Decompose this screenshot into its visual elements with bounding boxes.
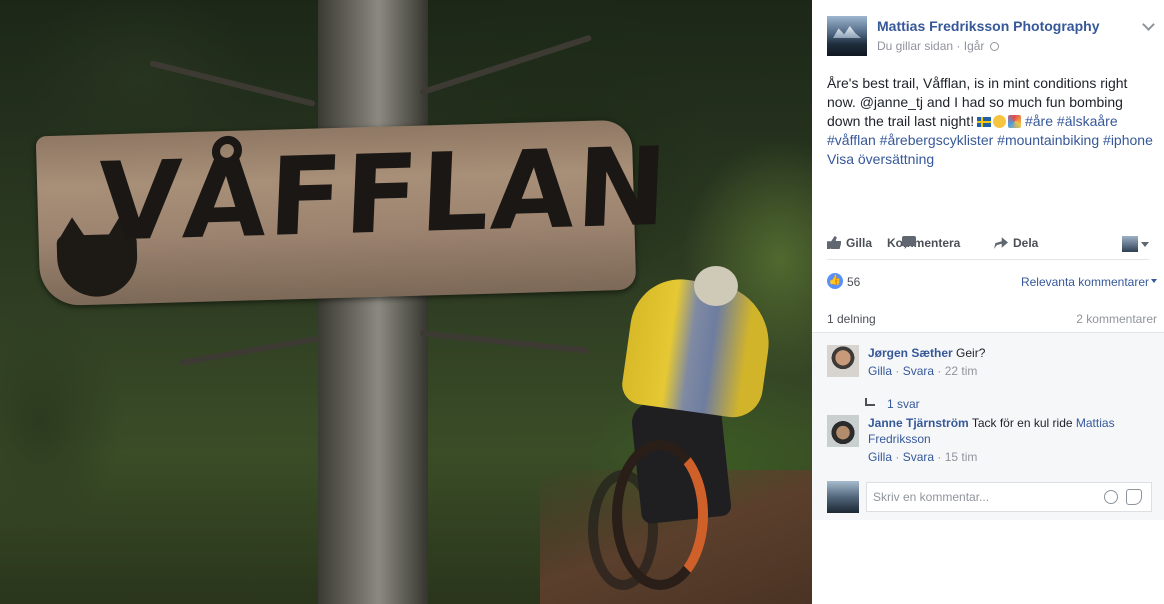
commenter-avatar[interactable]	[827, 415, 859, 447]
viewer-avatar	[827, 481, 859, 513]
comment-like-link[interactable]: Gilla	[868, 364, 892, 378]
post-header: Mattias Fredriksson Photography Du gilla…	[827, 16, 1157, 56]
post-timestamp[interactable]: Igår	[964, 39, 985, 53]
comment-composer	[827, 481, 1152, 513]
comment-body: Janne Tjärnström Tack för en kul ride Ma…	[868, 415, 1148, 465]
comment-sort-dropdown[interactable]: Relevanta kommentarer	[1021, 275, 1157, 289]
comment-button[interactable]: Kommentera	[887, 236, 960, 250]
commenter-avatar[interactable]	[827, 345, 859, 377]
comments-count-link[interactable]: 2 kommentarer	[1076, 312, 1157, 326]
page-avatar[interactable]	[827, 16, 867, 56]
post-side-panel: Mattias Fredriksson Photography Du gilla…	[812, 0, 1164, 604]
hashtag-link[interactable]: #åre	[1025, 113, 1053, 129]
photo-rider-helmet	[694, 266, 738, 306]
liked-status: Du gillar sidan	[877, 39, 954, 53]
hashtag-link[interactable]: #våfflan	[827, 132, 876, 148]
viewer-avatar	[1122, 236, 1138, 252]
shares-count-link[interactable]: 1 delning	[827, 312, 876, 326]
like-button[interactable]: Gilla	[827, 236, 872, 250]
hashtag-link[interactable]: #älskaåre	[1057, 113, 1118, 129]
like-button-label: Gilla	[846, 236, 873, 250]
photo-branch	[419, 330, 590, 354]
comment-like-link[interactable]: Gilla	[868, 450, 892, 464]
comment-time[interactable]: 22 tim	[945, 364, 978, 378]
comment-reply-link[interactable]: Svara	[903, 450, 934, 464]
hashtag-link[interactable]: #mountainbiking	[997, 132, 1099, 148]
thumbs-up-icon	[827, 236, 841, 249]
chevron-down-icon	[1141, 241, 1149, 247]
comment-button-label: Kommentera	[887, 236, 961, 250]
comment-body: Jørgen Sæther Geir? Gilla · Svara · 22 t…	[868, 345, 1148, 379]
comments-section: Jørgen Sæther Geir? Gilla · Svara · 22 t…	[812, 332, 1164, 520]
page-name-link[interactable]: Mattias Fredriksson Photography	[877, 18, 1099, 34]
view-replies-label: 1 svar	[887, 397, 920, 411]
chevron-down-icon	[1151, 279, 1157, 283]
see-translation-link[interactable]: Visa översättning	[827, 150, 1157, 169]
emoji-icon[interactable]	[1104, 490, 1118, 504]
photo-bike-front-wheel	[612, 440, 708, 590]
share-button[interactable]: Dela	[994, 236, 1038, 250]
post-as-selector[interactable]	[1122, 236, 1149, 252]
share-button-label: Dela	[1013, 236, 1039, 250]
hashtag-link[interactable]: #årebergscyklister	[880, 132, 994, 148]
sticker-icon[interactable]	[1126, 489, 1142, 505]
photo-branch	[179, 335, 319, 366]
hashtag-link[interactable]: #iphone	[1103, 132, 1153, 148]
comment-reply-link[interactable]: Svara	[903, 364, 934, 378]
post-stats-row: 1 delning 2 kommentarer	[827, 312, 1157, 328]
like-reaction-icon[interactable]: 👍	[827, 273, 843, 289]
view-replies-link[interactable]: 1 svar	[865, 397, 920, 411]
comment-author-link[interactable]: Jørgen Sæther	[868, 346, 953, 360]
photo-tree-trunk	[318, 0, 428, 604]
reaction-count[interactable]: 56	[847, 275, 860, 289]
comment-text: Geir?	[956, 346, 986, 360]
globe-icon[interactable]	[989, 42, 999, 51]
swedish-flag-icon	[977, 117, 992, 127]
comment-time[interactable]: 15 tim	[945, 450, 978, 464]
party-popper-icon	[1008, 115, 1022, 128]
comment-sort-label: Relevanta kommentarer	[1020, 275, 1149, 289]
photo-wooden-sign: VÅFFLAN	[35, 119, 672, 307]
post-text: Åre's best trail, Våfflan, is in mint co…	[827, 74, 1157, 169]
post-photo[interactable]: VÅFFLAN	[0, 0, 812, 604]
post-options-chevron-icon[interactable]	[1142, 18, 1155, 31]
share-arrow-icon	[994, 237, 1008, 249]
photo-branch	[149, 60, 316, 108]
comment-author-link[interactable]: Janne Tjärnström	[868, 416, 969, 430]
comment-text: Tack för en kul ride	[971, 416, 1073, 430]
raised-hands-icon	[993, 115, 1007, 128]
meta-separator: ·	[956, 39, 961, 53]
comment-meta: Gilla · Svara · 22 tim	[868, 364, 978, 378]
post-meta: Du gillar sidan · Igår	[877, 39, 999, 53]
reply-arrow-icon	[865, 398, 875, 406]
photo-sign-text: VÅFFLAN	[95, 124, 672, 266]
comment-meta: Gilla · Svara · 15 tim	[868, 450, 978, 464]
reactions-row: 👍 56 Relevanta kommentarer	[827, 272, 1157, 292]
photo-branch	[419, 34, 593, 96]
post-actions-bar: Gilla Kommentera Dela	[827, 228, 1149, 260]
